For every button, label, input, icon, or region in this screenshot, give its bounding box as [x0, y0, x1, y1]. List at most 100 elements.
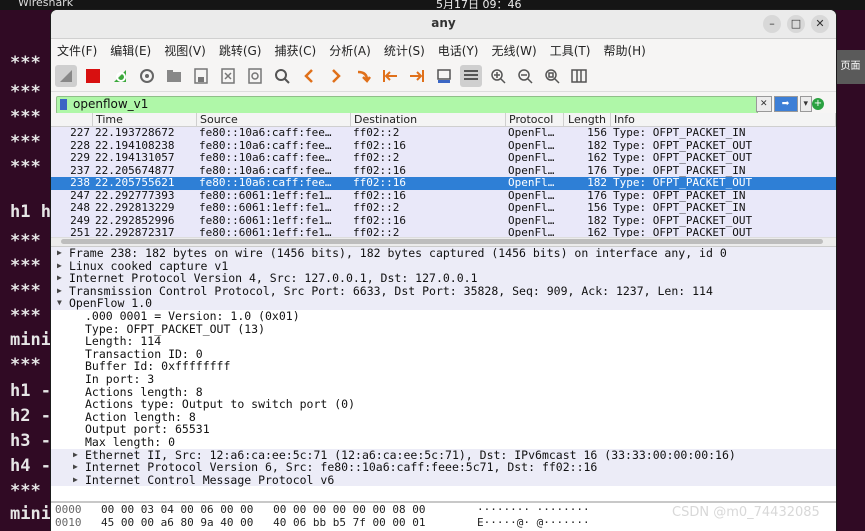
find-packet-icon[interactable]: [271, 65, 293, 87]
zoom-in-icon[interactable]: [487, 65, 509, 87]
terminal-line: ***: [10, 107, 41, 127]
reload-file-icon[interactable]: [244, 65, 266, 87]
go-first-packet-icon[interactable]: [379, 65, 401, 87]
capture-options-gear-icon[interactable]: [136, 65, 158, 87]
normal-size-icon[interactable]: [541, 65, 563, 87]
detail-text: Frame 238: 182 bytes on wire (1456 bits)…: [69, 246, 727, 260]
display-filter-input[interactable]: openflow_v1: [56, 96, 758, 114]
expand-arrow-icon[interactable]: ▶: [57, 260, 62, 273]
go-forward-icon[interactable]: [325, 65, 347, 87]
terminal-line: mini: [10, 330, 51, 350]
zoom-out-icon[interactable]: [514, 65, 536, 87]
packet-row[interactable]: 237 22.205674877 fe80::10a6:caff:fee… ff02:…: [51, 164, 836, 177]
go-back-icon[interactable]: [298, 65, 320, 87]
packet-row[interactable]: 227 22.193728672 fe80::10a6:caff:fee… ff02:…: [51, 127, 836, 140]
resize-columns-icon[interactable]: [568, 65, 590, 87]
packet-details: ▶ Frame 238: 182 bytes on wire (1456 bits…: [51, 246, 836, 501]
apply-filter-icon[interactable]: ➡: [773, 96, 798, 112]
detail-tree-item[interactable]: ▶ Internet Protocol Version 6, Src: fe80:…: [51, 461, 836, 474]
terminal-line: ***: [10, 306, 41, 326]
autoscroll-icon[interactable]: [433, 65, 455, 87]
filter-dropdown-icon[interactable]: ▾: [799, 96, 813, 112]
col-time-header[interactable]: Time: [93, 113, 197, 126]
right-window-strip: 页面: [836, 10, 865, 531]
packet-rows: 227 22.193728672 fe80::10a6:caff:fee… ff02:…: [51, 127, 836, 240]
active-app-name: Wireshark: [18, 0, 74, 9]
terminal-line: ***: [10, 231, 41, 251]
clear-filter-icon[interactable]: ✕: [756, 96, 772, 112]
packet-row[interactable]: 248 22.292813229 fe80::6061:1eff:fe1… ff02:…: [51, 202, 836, 215]
col-destination-cell: ff02::16: [353, 214, 406, 227]
menu-item[interactable]: 统计(S): [384, 42, 425, 59]
shark-fin-start-icon[interactable]: [55, 65, 77, 87]
col-protocol-header[interactable]: Protocol: [506, 113, 564, 126]
packet-row[interactable]: 238 22.205755621 fe80::10a6:caff:fee… ff02:…: [51, 177, 836, 190]
menu-item[interactable]: 捕获(C): [274, 42, 316, 59]
col-time-cell: 22.292813229: [95, 202, 175, 214]
open-folder-icon[interactable]: [163, 65, 185, 87]
expand-arrow-icon[interactable]: ▶: [57, 272, 62, 285]
packet-list-hscrollbar[interactable]: [51, 237, 836, 246]
scrollbar-thumb[interactable]: [61, 239, 823, 244]
col-number-header[interactable]: [51, 113, 93, 126]
save-file-icon[interactable]: [190, 65, 212, 87]
packet-row[interactable]: 247 22.292777393 fe80::6061:1eff:fe1… ff02:…: [51, 189, 836, 202]
minimize-button[interactable]: –: [763, 15, 781, 33]
expand-arrow-icon[interactable]: ▶: [73, 461, 78, 474]
menu-item[interactable]: 跳转(G): [219, 42, 262, 59]
menu-item[interactable]: 无线(W): [492, 42, 537, 59]
expand-arrow-icon[interactable]: ▶: [57, 247, 62, 260]
close-button[interactable]: ✕: [811, 15, 829, 33]
expand-arrow-icon[interactable]: ▶: [73, 449, 78, 462]
menu-item[interactable]: 电话(Y): [438, 42, 479, 59]
col-number-cell: 228: [70, 139, 90, 152]
restart-capture-icon[interactable]: [109, 65, 131, 87]
desktop-top-bar: Wireshark 5月17日 09：46: [0, 0, 865, 11]
byte-ascii: E·····@· @·······: [477, 516, 590, 529]
detail-text: .000 0001 = Version: 1.0 (0x01): [85, 308, 300, 323]
detail-tree-item[interactable]: ▶ Internet Control Message Protocol v6: [51, 474, 836, 487]
packet-row[interactable]: 229 22.194131057 fe80::10a6:caff:fee… ff02:…: [51, 152, 836, 165]
menu-item[interactable]: 帮助(H): [603, 42, 645, 59]
col-destination-cell: ff02::2: [353, 202, 400, 214]
col-destination-header[interactable]: Destination: [351, 113, 506, 126]
menu-item[interactable]: 工具(T): [550, 42, 591, 59]
colorize-icon[interactable]: [460, 65, 482, 87]
detail-tree-item[interactable]: ▶ Internet Protocol Version 4, Src: 127.0…: [51, 272, 836, 285]
expand-arrow-icon[interactable]: ▶: [57, 285, 62, 298]
detail-tree-item[interactable]: Actions type: Output to switch port (0): [51, 398, 836, 411]
menu-item[interactable]: 分析(A): [329, 42, 371, 59]
right-page-tab[interactable]: 页面: [836, 50, 865, 84]
detail-tree-item[interactable]: Length: 114: [51, 335, 836, 348]
detail-tree-item[interactable]: Buffer Id: 0xffffffff: [51, 360, 836, 373]
go-to-packet-icon[interactable]: [352, 65, 374, 87]
detail-text: Actions type: Output to switch port (0): [85, 397, 356, 412]
detail-tree-item[interactable]: ▶ Transmission Control Protocol, Src Port…: [51, 285, 836, 298]
close-file-icon[interactable]: [217, 65, 239, 87]
col-info-header[interactable]: Info: [611, 113, 836, 126]
stop-capture-icon[interactable]: [82, 65, 104, 87]
maximize-button[interactable]: □: [787, 15, 805, 33]
collapse-arrow-icon[interactable]: ▼: [57, 297, 62, 310]
menu-item[interactable]: 文件(F): [57, 42, 97, 59]
detail-tree-item[interactable]: Type: OFPT_PACKET_OUT (13): [51, 322, 836, 336]
terminal-line: ***: [10, 256, 41, 276]
packet-row[interactable]: 228 22.194108238 fe80::10a6:caff:fee… ff02:…: [51, 139, 836, 152]
wireshark-window: any – □ ✕ 文件(F) 编辑(E) 视图(V) 跳转(G) 捕获(C) 分析(A)…: [51, 10, 836, 531]
detail-tree-item[interactable]: Max length: 0: [51, 436, 836, 449]
byte-hex: 45 00 00 a6 80 9a 40 00 40 06 bb b5 7f 0…: [101, 516, 426, 529]
detail-tree-item[interactable]: .000 0001 = Version: 1.0 (0x01): [51, 310, 836, 323]
menu-item[interactable]: 视图(V): [164, 42, 206, 59]
col-length-header[interactable]: Length: [564, 113, 611, 126]
menu-item[interactable]: 编辑(E): [110, 42, 151, 59]
packet-row[interactable]: 249 22.292852996 fe80::6061:1eff:fe1… ff02:…: [51, 214, 836, 227]
col-info-cell: Type: OFPT_PACKET_IN: [613, 127, 746, 139]
detail-tree-item[interactable]: ▶ Frame 238: 182 bytes on wire (1456 bits…: [51, 247, 836, 260]
bookmark-icon[interactable]: [60, 99, 67, 110]
expand-arrow-icon[interactable]: ▶: [73, 474, 78, 487]
go-last-packet-icon[interactable]: [406, 65, 428, 87]
detail-tree-item[interactable]: In port: 3: [51, 373, 836, 386]
terminal-background: *** *** *** *** *** h1 h *** *** *** *** mini *** h1…: [0, 10, 52, 531]
col-source-header[interactable]: Source: [197, 113, 351, 126]
add-filter-button-icon[interactable]: +: [812, 98, 824, 110]
